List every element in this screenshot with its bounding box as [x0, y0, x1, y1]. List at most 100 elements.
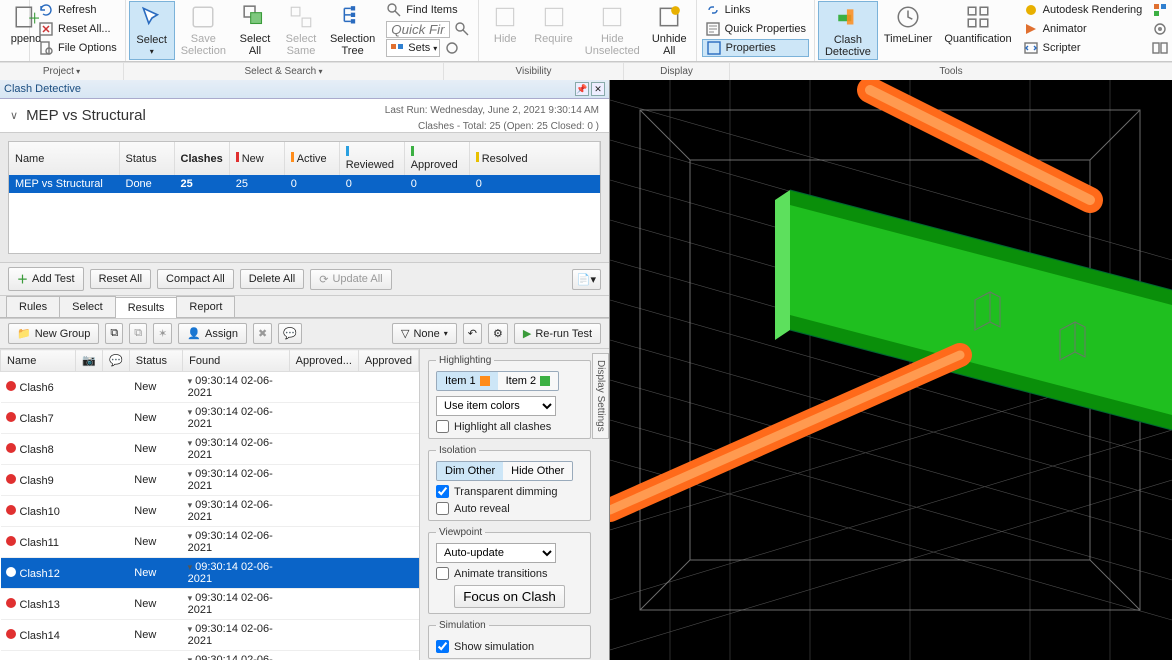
test-header: ∨MEP vs Structural Last Run: Wednesday, … — [0, 99, 609, 133]
group-icon2[interactable]: ⧉ — [129, 323, 147, 344]
clash-row[interactable]: Clash8New▾09:30:14 02-06-2021 — [1, 434, 419, 465]
reset-all-tests-button[interactable]: Reset All — [90, 269, 151, 289]
test-row[interactable]: MEP vs StructuralDone 2525 00 00 — [9, 175, 600, 193]
settings-icon[interactable]: ⚙ — [488, 323, 508, 344]
links-button[interactable]: Links — [702, 1, 809, 19]
clash-row[interactable]: Clash13New▾09:30:14 02-06-2021 — [1, 589, 419, 620]
scripter-button[interactable]: Scripter — [1020, 39, 1146, 57]
hide-other-toggle[interactable]: Hide Other — [503, 462, 572, 480]
simulation-group: Simulation Show simulation — [428, 620, 591, 659]
quick-properties-button[interactable]: Quick Properties — [702, 20, 809, 38]
find-items-button[interactable]: Find Items — [383, 1, 473, 19]
clash-row[interactable]: Clash7New▾09:30:14 02-06-2021 — [1, 403, 419, 434]
group-label-select[interactable]: Select & Search — [124, 63, 444, 80]
quantification-button[interactable]: Quantification — [938, 1, 1017, 60]
clash-results-grid: Name 📷 💬 Status Found Approved... Approv… — [0, 349, 419, 660]
item1-toggle[interactable]: Item 1 — [437, 372, 498, 390]
new-group-button[interactable]: 📁New Group — [8, 323, 99, 344]
panel-titlebar[interactable]: Clash Detective 📌 ✕ — [0, 80, 609, 99]
tests-table: Name Status Clashes New Active Reviewed … — [8, 141, 601, 254]
save-selection-button[interactable]: Save Selection — [175, 1, 232, 60]
tab-select[interactable]: Select — [59, 296, 116, 317]
camera-col-icon[interactable]: 📷 — [76, 350, 103, 372]
select-tool[interactable]: Select▾ — [129, 1, 175, 60]
highlighting-group: Highlighting Item 1 Item 2 Use item colo… — [428, 355, 591, 439]
require-button[interactable]: Require — [528, 1, 579, 60]
unassign-icon[interactable]: ✖ — [253, 323, 272, 344]
comment-icon[interactable]: 💬 — [278, 323, 302, 344]
panel-title: Clash Detective — [4, 83, 81, 95]
show-simulation-checkbox[interactable]: Show simulation — [436, 640, 583, 653]
item2-toggle[interactable]: Item 2 — [498, 372, 559, 390]
animate-transitions-checkbox[interactable]: Animate transitions — [436, 567, 583, 580]
tab-rules[interactable]: Rules — [6, 296, 60, 317]
file-options-button[interactable]: File Options — [35, 39, 120, 57]
group-label-visibility: Visibility — [444, 63, 624, 80]
select-same-button[interactable]: Select Same — [278, 1, 324, 60]
mep-pipe-lower — [610, 355, 960, 510]
unhide-all-button[interactable]: Unhide All — [646, 1, 693, 60]
search-icon[interactable] — [454, 21, 470, 37]
auto-reveal-checkbox[interactable]: Auto reveal — [436, 502, 583, 515]
clash-summary: Clashes - Total: 25 (Open: 25 Closed: 0 … — [418, 121, 599, 132]
highlight-all-checkbox[interactable]: Highlight all clashes — [436, 420, 583, 433]
clash-detective-button[interactable]: Clash Detective — [818, 1, 878, 60]
group-label-tools: Tools — [730, 63, 1172, 80]
clash-row[interactable]: Clash10New▾09:30:14 02-06-2021 — [1, 496, 419, 527]
display-settings-tab[interactable]: Display Settings — [592, 353, 609, 439]
results-tabs: Rules Select Results Report — [0, 296, 609, 317]
add-test-button[interactable]: ＋Add Test — [8, 267, 84, 291]
assign-button[interactable]: 👤Assign — [178, 323, 247, 344]
clash-row[interactable]: Clash9New▾09:30:14 02-06-2021 — [1, 465, 419, 496]
focus-on-clash-button[interactable]: Focus on Clash — [454, 585, 565, 608]
refresh-button[interactable]: Refresh — [35, 1, 120, 19]
group-icon1[interactable]: ⧉ — [105, 323, 123, 344]
clash-detective-panel: Clash Detective 📌 ✕ ∨MEP vs Structural L… — [0, 80, 610, 660]
clash-row[interactable]: Clash12New▾09:30:14 02-06-2021 — [1, 558, 419, 589]
tab-report[interactable]: Report — [176, 296, 235, 317]
tab-results[interactable]: Results — [115, 297, 178, 318]
color-mode-select[interactable]: Use item colors — [436, 396, 556, 416]
clash-row[interactable]: Clash11New▾09:30:14 02-06-2021 — [1, 527, 419, 558]
structural-beam — [775, 190, 1172, 430]
update-all-button[interactable]: ⟳Update All — [310, 269, 391, 290]
3d-viewport[interactable] — [610, 80, 1172, 660]
undo-icon[interactable]: ↶ — [463, 323, 482, 344]
collapse-chevron-icon[interactable]: ∨ — [10, 109, 18, 122]
reset-all-button[interactable]: Reset All... — [35, 20, 120, 38]
sets-config-icon[interactable] — [444, 40, 460, 56]
compact-all-button[interactable]: Compact All — [157, 269, 234, 289]
viewpoint-mode-select[interactable]: Auto-update — [436, 543, 556, 563]
explode-icon[interactable]: ✶ — [153, 323, 172, 344]
clash-row[interactable]: Clash6New▾09:30:14 02-06-2021 — [1, 372, 419, 403]
clash-row[interactable]: Clash14New▾09:30:14 02-06-2021 — [1, 620, 419, 651]
hide-button[interactable]: Hide — [482, 1, 528, 60]
test-name: MEP vs Structural — [26, 107, 146, 124]
selection-tree-button[interactable]: Selection Tree — [324, 1, 381, 60]
sets-dropdown[interactable]: Sets▾ — [386, 39, 440, 57]
ribbon: ppend Refresh Reset All... File Options … — [0, 0, 1172, 62]
rerun-test-button[interactable]: ▶Re-run Test — [514, 323, 601, 344]
delete-all-button[interactable]: Delete All — [240, 269, 304, 289]
appearance-profiler-button[interactable]: Appearance Profiler — [1149, 1, 1172, 19]
animator-button[interactable]: Animator — [1020, 20, 1146, 38]
clash-row[interactable]: Clash15New▾09:30:14 02-06-2021 — [1, 651, 419, 660]
timeliner-button[interactable]: TimeLiner — [878, 1, 939, 60]
filter-none-button[interactable]: ▽None▾ — [392, 323, 457, 344]
group-label-project[interactable]: Project — [0, 63, 124, 80]
properties-button[interactable]: Properties — [702, 39, 809, 57]
hide-unselected-button[interactable]: Hide Unselected — [579, 1, 646, 60]
comment-col-icon[interactable]: 💬 — [103, 350, 130, 372]
autodesk-rendering-button[interactable]: Autodesk Rendering — [1020, 1, 1146, 19]
isolation-group: Isolation Dim Other Hide Other Transpare… — [428, 445, 591, 521]
group-label-display: Display — [624, 63, 730, 80]
quick-find-input[interactable] — [386, 21, 450, 38]
import-export-button[interactable]: 📄▾ — [572, 269, 601, 290]
pin-icon[interactable]: 📌 — [575, 82, 589, 96]
batch-utility-button[interactable]: Batch Utility — [1149, 20, 1172, 38]
dim-other-toggle[interactable]: Dim Other — [437, 462, 503, 480]
compare-button[interactable]: Compare — [1149, 39, 1172, 57]
select-all-button[interactable]: Select All — [232, 1, 278, 60]
transparent-dimming-checkbox[interactable]: Transparent dimming — [436, 485, 583, 498]
close-icon[interactable]: ✕ — [591, 82, 605, 96]
